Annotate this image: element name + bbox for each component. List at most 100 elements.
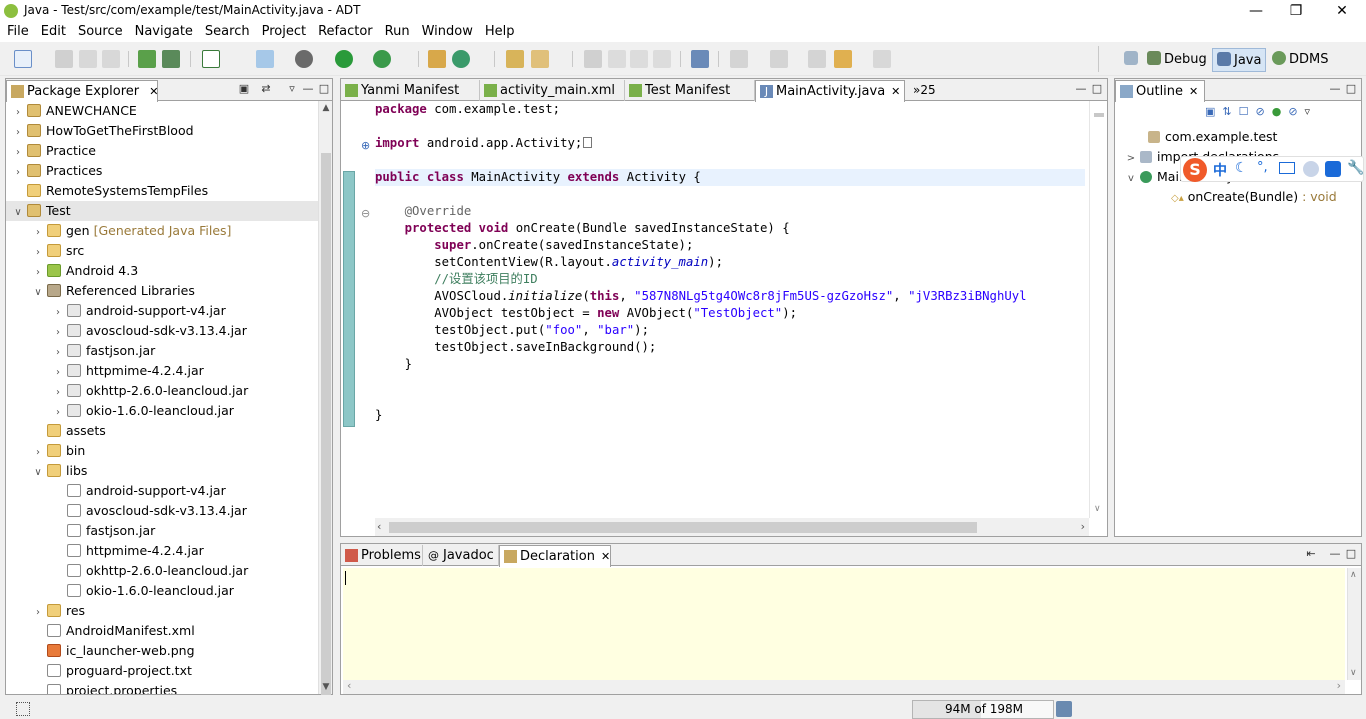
- menu-project[interactable]: Project: [255, 22, 311, 42]
- menu-run[interactable]: Run: [378, 22, 415, 42]
- search-icon[interactable]: [531, 50, 549, 68]
- collapse-method-icon[interactable]: ⊖: [361, 207, 370, 220]
- chevron-right-icon[interactable]: ›: [52, 323, 64, 343]
- tree-item[interactable]: okio-1.6.0-leancloud.jar: [6, 581, 318, 601]
- tab-mainactivity-java[interactable]: J MainActivity.java ✕: [755, 80, 905, 102]
- open-perspective-button[interactable]: [1120, 48, 1145, 72]
- hide-nonpublic-icon[interactable]: ●: [1272, 105, 1282, 118]
- tab-declaration[interactable]: Declaration ✕: [499, 545, 611, 567]
- maximize-icon[interactable]: □: [1345, 83, 1357, 95]
- keyboard-icon[interactable]: [1279, 162, 1295, 174]
- open-type-icon[interactable]: [506, 50, 524, 68]
- chevron-right-icon[interactable]: ›: [52, 343, 64, 363]
- chevron-right-icon[interactable]: ›: [32, 243, 44, 263]
- skin-user-icon[interactable]: [1303, 161, 1319, 177]
- avd-manager-icon[interactable]: [162, 50, 180, 68]
- toggle-breadcrumb-icon[interactable]: [653, 50, 671, 68]
- chevron-down-icon[interactable]: ∨: [32, 463, 44, 483]
- scroll-right-icon[interactable]: ›: [1081, 520, 1085, 533]
- tree-item[interactable]: httpmime-4.2.4.jar: [6, 541, 318, 561]
- menu-edit[interactable]: Edit: [34, 22, 71, 42]
- chevron-right-icon[interactable]: ›: [52, 383, 64, 403]
- tree-item[interactable]: ic_launcher-web.png: [6, 641, 318, 661]
- tree-item[interactable]: › okhttp-2.6.0-leancloud.jar: [6, 381, 318, 401]
- tree-item[interactable]: › Practices: [6, 161, 318, 181]
- maximize-icon[interactable]: □: [1345, 548, 1357, 560]
- toggle-block-selection-icon[interactable]: [608, 50, 626, 68]
- tree-item[interactable]: ∨ libs: [6, 461, 318, 481]
- close-icon[interactable]: ✕: [1189, 85, 1198, 98]
- outline-method[interactable]: ◇▴ onCreate(Bundle) : void: [1171, 187, 1337, 207]
- tree-item[interactable]: › gen [Generated Java Files]: [6, 221, 318, 241]
- garbage-collect-icon[interactable]: [1056, 701, 1072, 717]
- scroll-right-icon[interactable]: ›: [1337, 679, 1341, 692]
- chevron-right-icon[interactable]: ›: [32, 443, 44, 463]
- ime-chinese-mode[interactable]: 中: [1213, 160, 1227, 180]
- sogou-logo-icon[interactable]: S: [1183, 158, 1207, 182]
- tree-item[interactable]: project.properties: [6, 681, 318, 694]
- half-width-icon[interactable]: ☾: [1235, 160, 1248, 176]
- menu-window[interactable]: Window: [415, 22, 478, 42]
- menu-source[interactable]: Source: [71, 22, 128, 42]
- menu-file[interactable]: File: [0, 22, 34, 42]
- menu-search[interactable]: Search: [198, 22, 255, 42]
- tree-item[interactable]: RemoteSystemsTempFiles: [6, 181, 318, 201]
- hide-static-icon[interactable]: ⊘: [1256, 105, 1265, 118]
- sort-icon[interactable]: ⇅: [1222, 105, 1231, 118]
- chevron-right-icon[interactable]: ›: [52, 403, 64, 423]
- scroll-down-icon[interactable]: ∨: [1094, 504, 1101, 514]
- tree-item[interactable]: assets: [6, 421, 318, 441]
- new-android-project-icon[interactable]: [256, 50, 274, 68]
- toggle-mark-occurrences-icon[interactable]: [584, 50, 602, 68]
- scroll-left-icon[interactable]: ‹: [377, 520, 381, 533]
- editor-hscrollbar[interactable]: ‹ ›: [375, 518, 1089, 536]
- chevron-right-icon[interactable]: ›: [52, 363, 64, 383]
- tree-item[interactable]: proguard-project.txt: [6, 661, 318, 681]
- tree-item[interactable]: › ANEWCHANCE: [6, 101, 318, 121]
- tree-item[interactable]: okhttp-2.6.0-leancloud.jar: [6, 561, 318, 581]
- wrench-icon[interactable]: 🔧: [1347, 160, 1364, 176]
- tab-test-manifest[interactable]: Test Manifest: [625, 80, 755, 101]
- back-icon[interactable]: [834, 50, 852, 68]
- fast-view-icon[interactable]: [16, 702, 30, 716]
- restore-button[interactable]: ❐: [1274, 0, 1318, 22]
- close-icon[interactable]: ✕: [601, 550, 610, 563]
- minimize-icon[interactable]: —: [1075, 83, 1087, 95]
- chevron-right-icon[interactable]: ›: [32, 263, 44, 283]
- close-icon[interactable]: ✕: [891, 85, 900, 98]
- declaration-hscrollbar[interactable]: ‹ ›: [343, 679, 1345, 694]
- close-button[interactable]: ✕: [1320, 0, 1364, 22]
- collapse-all-icon[interactable]: ▣: [238, 83, 250, 95]
- scrollbar-thumb[interactable]: [321, 153, 331, 695]
- scroll-left-icon[interactable]: ‹: [347, 679, 351, 692]
- chevron-right-icon[interactable]: ›: [12, 163, 24, 183]
- tree-item[interactable]: › src: [6, 241, 318, 261]
- save-icon[interactable]: [55, 50, 73, 68]
- chevron-down-icon[interactable]: ∨: [32, 283, 44, 303]
- close-icon[interactable]: ✕: [149, 85, 158, 98]
- scroll-up-icon[interactable]: ∧: [1350, 570, 1357, 580]
- scroll-down-icon[interactable]: ▼: [319, 682, 333, 692]
- scroll-down-icon[interactable]: ∨: [1350, 668, 1357, 678]
- perspective-debug[interactable]: Debug: [1143, 48, 1211, 72]
- tree-item[interactable]: android-support-v4.jar: [6, 481, 318, 501]
- tab-outline[interactable]: Outline ✕: [1115, 80, 1205, 102]
- tab-package-explorer[interactable]: Package Explorer ✕: [6, 80, 159, 102]
- tree-item[interactable]: › android-support-v4.jar: [6, 301, 318, 321]
- chevron-right-icon[interactable]: ›: [32, 223, 44, 243]
- outline-package[interactable]: com.example.test: [1145, 127, 1277, 147]
- new-icon[interactable]: [14, 50, 32, 68]
- debug-icon[interactable]: [295, 50, 313, 68]
- tab-yanmi-manifest[interactable]: Yanmi Manifest: [341, 80, 480, 101]
- heap-status[interactable]: 94M of 198M: [912, 700, 1054, 719]
- tab-activity-main-xml[interactable]: activity_main.xml: [480, 80, 625, 101]
- expand-import-icon[interactable]: ⊕: [361, 139, 370, 152]
- link-with-editor-icon[interactable]: ⇄: [260, 83, 272, 95]
- tree-item[interactable]: › HowToGetTheFirstBlood: [6, 121, 318, 141]
- save-all-icon[interactable]: [79, 50, 97, 68]
- tree-item[interactable]: ∨ Referenced Libraries: [6, 281, 318, 301]
- tab-overflow[interactable]: »25: [907, 80, 947, 101]
- menu-help[interactable]: Help: [478, 22, 520, 42]
- tree-item[interactable]: AndroidManifest.xml: [6, 621, 318, 641]
- maximize-icon[interactable]: □: [1091, 83, 1103, 95]
